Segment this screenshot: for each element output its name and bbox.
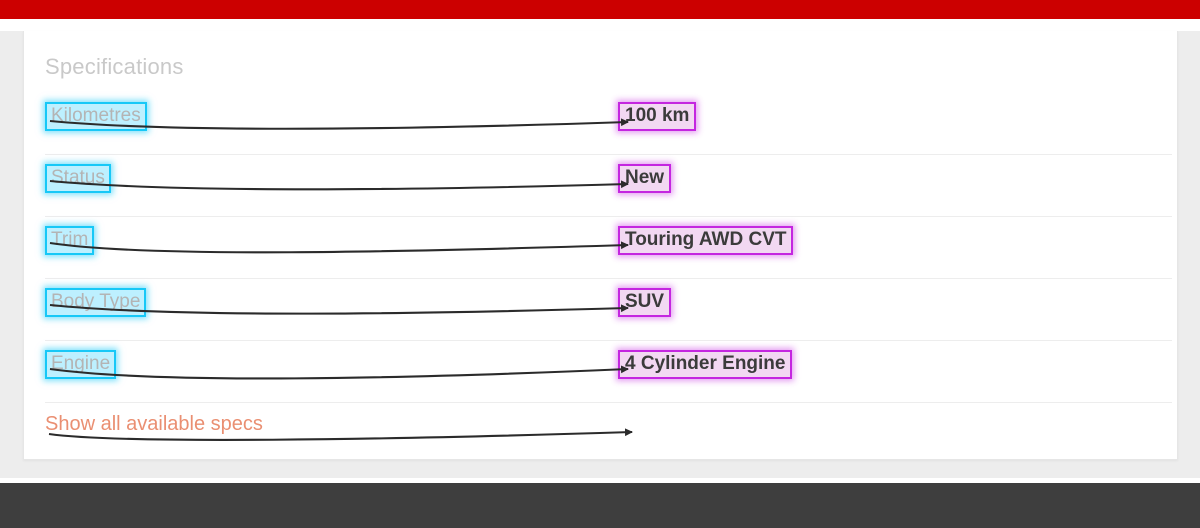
spec-value-engine: 4 Cylinder Engine	[618, 350, 793, 379]
spec-value-body-type: SUV	[618, 288, 672, 317]
table-row: Engine 4 Cylinder Engine	[45, 341, 1172, 403]
page-title: Specifications	[45, 54, 184, 79]
spec-label-trim: Trim	[45, 226, 95, 255]
show-all-specs-row: Show all available specs	[45, 404, 1172, 460]
table-row: Kilometres 100 km	[45, 93, 1172, 155]
page-footer	[0, 483, 1200, 528]
spec-value-kilometres: 100 km	[618, 102, 697, 131]
spec-label-body-type: Body Type	[45, 288, 147, 317]
spec-value-status: New	[618, 164, 672, 193]
row-divider	[45, 402, 1172, 403]
table-row: Body Type SUV	[45, 279, 1172, 341]
table-row: Trim Touring AWD CVT	[45, 217, 1172, 279]
table-row: Status New	[45, 155, 1172, 217]
spec-label-engine: Engine	[45, 350, 117, 379]
spec-label-kilometres: Kilometres	[45, 102, 147, 131]
spec-label-status: Status	[45, 164, 111, 193]
show-all-available-specs-link[interactable]: Show all available specs	[45, 412, 263, 436]
top-red-banner	[0, 0, 1200, 19]
spec-value-trim: Touring AWD CVT	[618, 226, 794, 255]
